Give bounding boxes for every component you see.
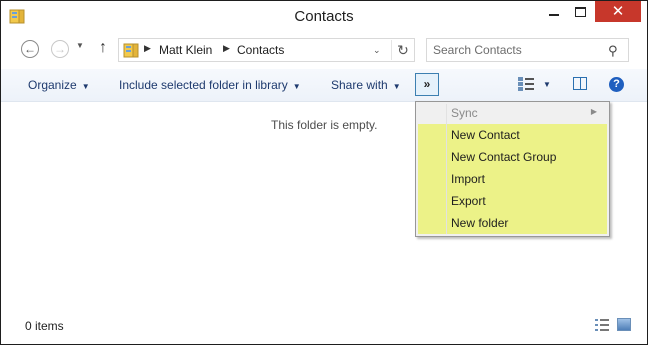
menu-item-new-contact-group[interactable]: New Contact Group xyxy=(418,146,607,168)
more-commands-menu: Sync ▶ New Contact New Contact Group Imp… xyxy=(415,101,610,237)
menu-item-sync[interactable]: Sync ▶ xyxy=(418,102,607,124)
command-bar: Organize ▼ Include selected folder in lib… xyxy=(1,69,647,102)
include-in-library-button[interactable]: Include selected folder in library ▼ xyxy=(119,78,301,92)
menu-item-label: New Contact Group xyxy=(451,150,557,164)
menu-item-new-folder[interactable]: New folder xyxy=(418,212,607,234)
menu-item-label: Sync xyxy=(451,106,478,120)
forward-button[interactable]: → xyxy=(51,40,69,58)
large-icons-view-icon[interactable] xyxy=(617,318,631,331)
menu-item-export[interactable]: Export xyxy=(418,190,607,212)
organize-button[interactable]: Organize ▼ xyxy=(28,78,90,92)
minimize-button[interactable] xyxy=(541,1,567,22)
refresh-button[interactable]: ↻ xyxy=(391,40,414,60)
forward-arrow-icon: → xyxy=(54,42,66,56)
search-box[interactable]: ⚲ xyxy=(426,38,629,62)
address-bar[interactable]: ▶ Matt Klein ▶ Contacts ⌄ ↻ xyxy=(118,38,415,62)
breadcrumb-separator-icon[interactable]: ▶ xyxy=(223,43,230,54)
details-view-icon[interactable] xyxy=(595,319,609,331)
status-bar: 0 items xyxy=(1,312,647,344)
explorer-window: Contacts ✕ ← → ▼ ↑ ▶ Matt Klein ▶ Contac… xyxy=(0,0,648,345)
menu-item-import[interactable]: Import xyxy=(418,168,607,190)
up-button[interactable]: ↑ xyxy=(99,39,107,57)
preview-pane-button[interactable] xyxy=(573,77,587,90)
close-icon: ✕ xyxy=(611,3,625,20)
more-commands-button[interactable]: » xyxy=(415,73,439,96)
help-icon: ? xyxy=(613,78,620,90)
navigation-bar: ← → ▼ ↑ ▶ Matt Klein ▶ Contacts ⌄ ↻ Sear… xyxy=(1,33,647,69)
include-library-label: Include selected folder in library xyxy=(119,78,288,92)
item-count: 0 items xyxy=(25,319,64,333)
menu-item-label: Import xyxy=(451,172,486,186)
chevron-down-icon: ▼ xyxy=(76,41,84,50)
breadcrumb-item-contacts[interactable]: Contacts xyxy=(237,43,284,57)
menu-item-label: Export xyxy=(451,194,486,208)
title-bar: Contacts ✕ xyxy=(1,1,647,33)
maximize-button[interactable] xyxy=(567,1,593,22)
recent-locations-button[interactable]: ▼ xyxy=(76,41,84,50)
back-button[interactable]: ← xyxy=(21,40,39,58)
search-input[interactable] xyxy=(433,42,603,58)
close-button[interactable]: ✕ xyxy=(595,1,641,22)
submenu-arrow-icon: ▶ xyxy=(590,107,597,116)
empty-folder-message: This folder is empty. xyxy=(271,118,378,132)
share-with-label: Share with xyxy=(331,78,388,92)
share-with-button[interactable]: Share with ▼ xyxy=(331,78,401,92)
chevron-down-icon: ▼ xyxy=(392,82,401,91)
refresh-icon: ↻ xyxy=(397,42,409,58)
chevron-down-icon: ▼ xyxy=(81,82,90,91)
menu-item-label: New Contact xyxy=(451,128,520,142)
search-icon[interactable]: ⚲ xyxy=(608,43,618,59)
help-button[interactable]: ? xyxy=(609,77,624,92)
chevron-down-icon: ▼ xyxy=(292,82,301,91)
folder-icon xyxy=(123,43,139,58)
back-arrow-icon: ← xyxy=(24,42,36,56)
organize-label: Organize xyxy=(28,78,77,92)
address-dropdown-icon[interactable]: ⌄ xyxy=(373,45,381,56)
menu-item-new-contact[interactable]: New Contact xyxy=(418,124,607,146)
change-view-icon[interactable] xyxy=(518,77,534,91)
view-options-chevron-icon[interactable]: ▼ xyxy=(543,80,551,89)
breadcrumb-item-matt-klein[interactable]: Matt Klein xyxy=(159,43,212,57)
up-arrow-icon: ↑ xyxy=(99,39,107,56)
breadcrumb-separator-icon[interactable]: ▶ xyxy=(144,43,151,54)
menu-item-label: New folder xyxy=(451,216,509,230)
double-chevron-icon: » xyxy=(423,77,431,91)
